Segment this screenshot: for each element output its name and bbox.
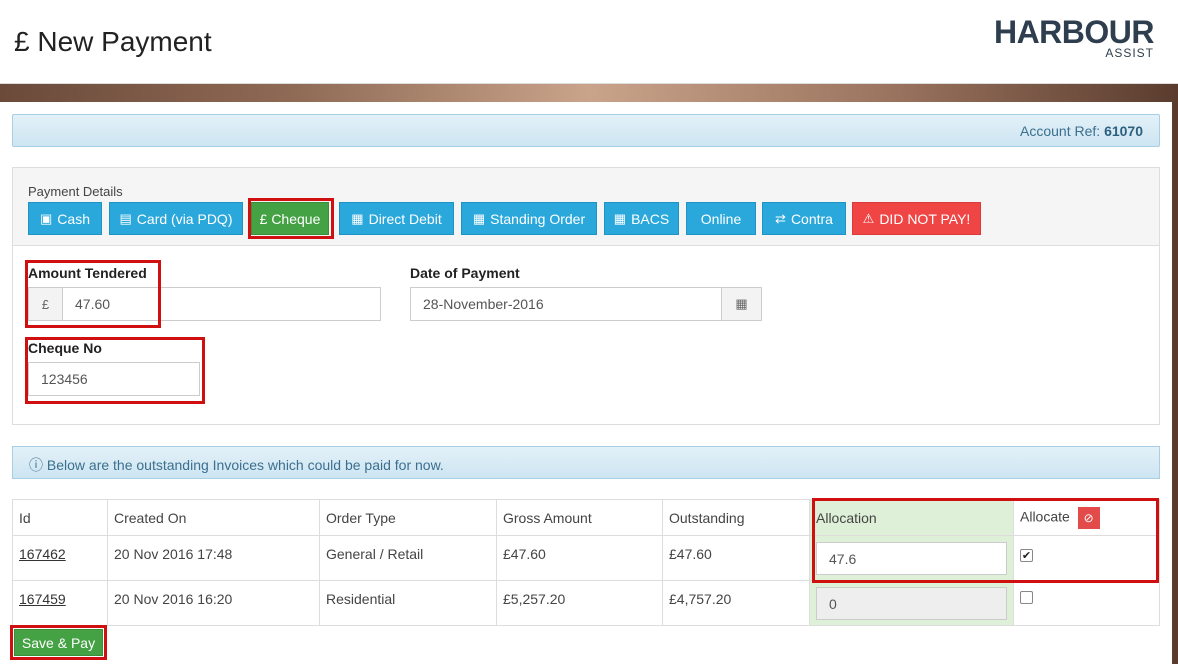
- cell-allocation: 0: [809, 580, 1014, 626]
- cell-allocate: [1013, 580, 1160, 626]
- cheque-highlight: [248, 198, 334, 239]
- invoice-link[interactable]: 167459: [19, 591, 66, 607]
- page-title: £ New Payment: [14, 26, 212, 57]
- cell-id: 167462: [12, 535, 108, 581]
- cell-outstanding: £4,757.20: [662, 580, 810, 626]
- did-not-pay-label: DID NOT PAY!: [879, 210, 971, 227]
- did-not-pay-button[interactable]: ⚠ DID NOT PAY!: [852, 202, 981, 235]
- cash-label: Cash: [57, 210, 90, 227]
- page-header: £ New Payment HARBOUR ASSIST: [0, 0, 1178, 84]
- online-label: Online: [700, 210, 742, 227]
- credit-card-icon: ▤: [119, 210, 132, 226]
- harbour-assist-logo: HARBOUR ASSIST: [993, 14, 1155, 60]
- account-ref-bar: Account Ref: 61070: [12, 114, 1160, 147]
- allocation-input[interactable]: 0: [816, 587, 1007, 620]
- logo-main: HARBOUR: [993, 14, 1155, 50]
- cheque-no-highlight: [25, 337, 205, 404]
- money-icon: ▣: [40, 210, 53, 226]
- main-content: Account Ref: 61070 Payment Details ▣ Cas…: [0, 102, 1172, 664]
- contra-label: Contra: [790, 210, 833, 227]
- amount-highlight: [25, 260, 161, 328]
- date-of-payment-field[interactable]: 28-November-2016 ▦: [410, 287, 762, 321]
- col-outstanding: Outstanding: [662, 499, 810, 536]
- cell-gross: £47.60: [496, 535, 663, 581]
- cell-type: General / Retail: [319, 535, 497, 581]
- date-of-payment-input[interactable]: 28-November-2016: [411, 288, 721, 320]
- account-ref-value: 61070: [1104, 123, 1143, 139]
- allocate-checkbox[interactable]: [1020, 591, 1033, 604]
- allocation-highlight: [812, 498, 1159, 583]
- invoice-link[interactable]: 167462: [19, 546, 66, 562]
- card-button[interactable]: ▤ Card (via PDQ): [109, 202, 243, 235]
- calendar-icon[interactable]: ▦: [721, 288, 761, 320]
- date-of-payment-label: Date of Payment: [410, 265, 520, 281]
- bacs-button[interactable]: ▦ BACS: [604, 202, 679, 235]
- cell-outstanding: £47.60: [662, 535, 810, 581]
- warning-icon: ⚠: [862, 210, 875, 226]
- col-order-type: Order Type: [319, 499, 497, 536]
- col-gross-amount: Gross Amount: [496, 499, 663, 536]
- cell-type: Residential: [319, 580, 497, 626]
- col-created-on: Created On: [107, 499, 320, 536]
- cash-button[interactable]: ▣ Cash: [28, 202, 102, 235]
- bacs-label: BACS: [631, 210, 670, 227]
- calendar-icon: ▦: [351, 210, 364, 226]
- standing-order-button[interactable]: ▦ Standing Order: [461, 202, 597, 235]
- calendar-icon: ▦: [613, 210, 627, 226]
- contra-button[interactable]: ⇄ Contra: [762, 202, 846, 235]
- card-label: Card (via PDQ): [136, 210, 233, 227]
- exchange-icon: ⇄: [775, 210, 786, 226]
- calendar-icon: ▦: [472, 210, 486, 226]
- online-button[interactable]: Online: [686, 202, 756, 235]
- cell-created: 20 Nov 2016 17:48: [107, 535, 320, 581]
- info-text: Below are the outstanding Invoices which…: [46, 457, 444, 473]
- payment-details-panel: Payment Details ▣ Cash ▤ Card (via PDQ) …: [12, 167, 1160, 425]
- cell-created: 20 Nov 2016 16:20: [107, 580, 320, 626]
- col-id: Id: [12, 499, 108, 536]
- payment-details-label: Payment Details: [28, 184, 123, 199]
- info-icon: ⓘ: [29, 457, 43, 473]
- cell-gross: £5,257.20: [496, 580, 663, 626]
- direct-debit-button[interactable]: ▦ Direct Debit: [339, 202, 454, 235]
- standing-order-label: Standing Order: [490, 210, 586, 227]
- cell-id: 167459: [12, 580, 108, 626]
- account-ref-label: Account Ref:: [1020, 123, 1101, 139]
- table-row: 167459 20 Nov 2016 16:20 Residential £5,…: [12, 580, 1160, 626]
- direct-debit-label: Direct Debit: [368, 210, 442, 227]
- info-bar: ⓘ Below are the outstanding Invoices whi…: [12, 446, 1160, 479]
- save-highlight: [10, 625, 107, 660]
- payment-methods-bar: Payment Details ▣ Cash ▤ Card (via PDQ) …: [13, 168, 1159, 246]
